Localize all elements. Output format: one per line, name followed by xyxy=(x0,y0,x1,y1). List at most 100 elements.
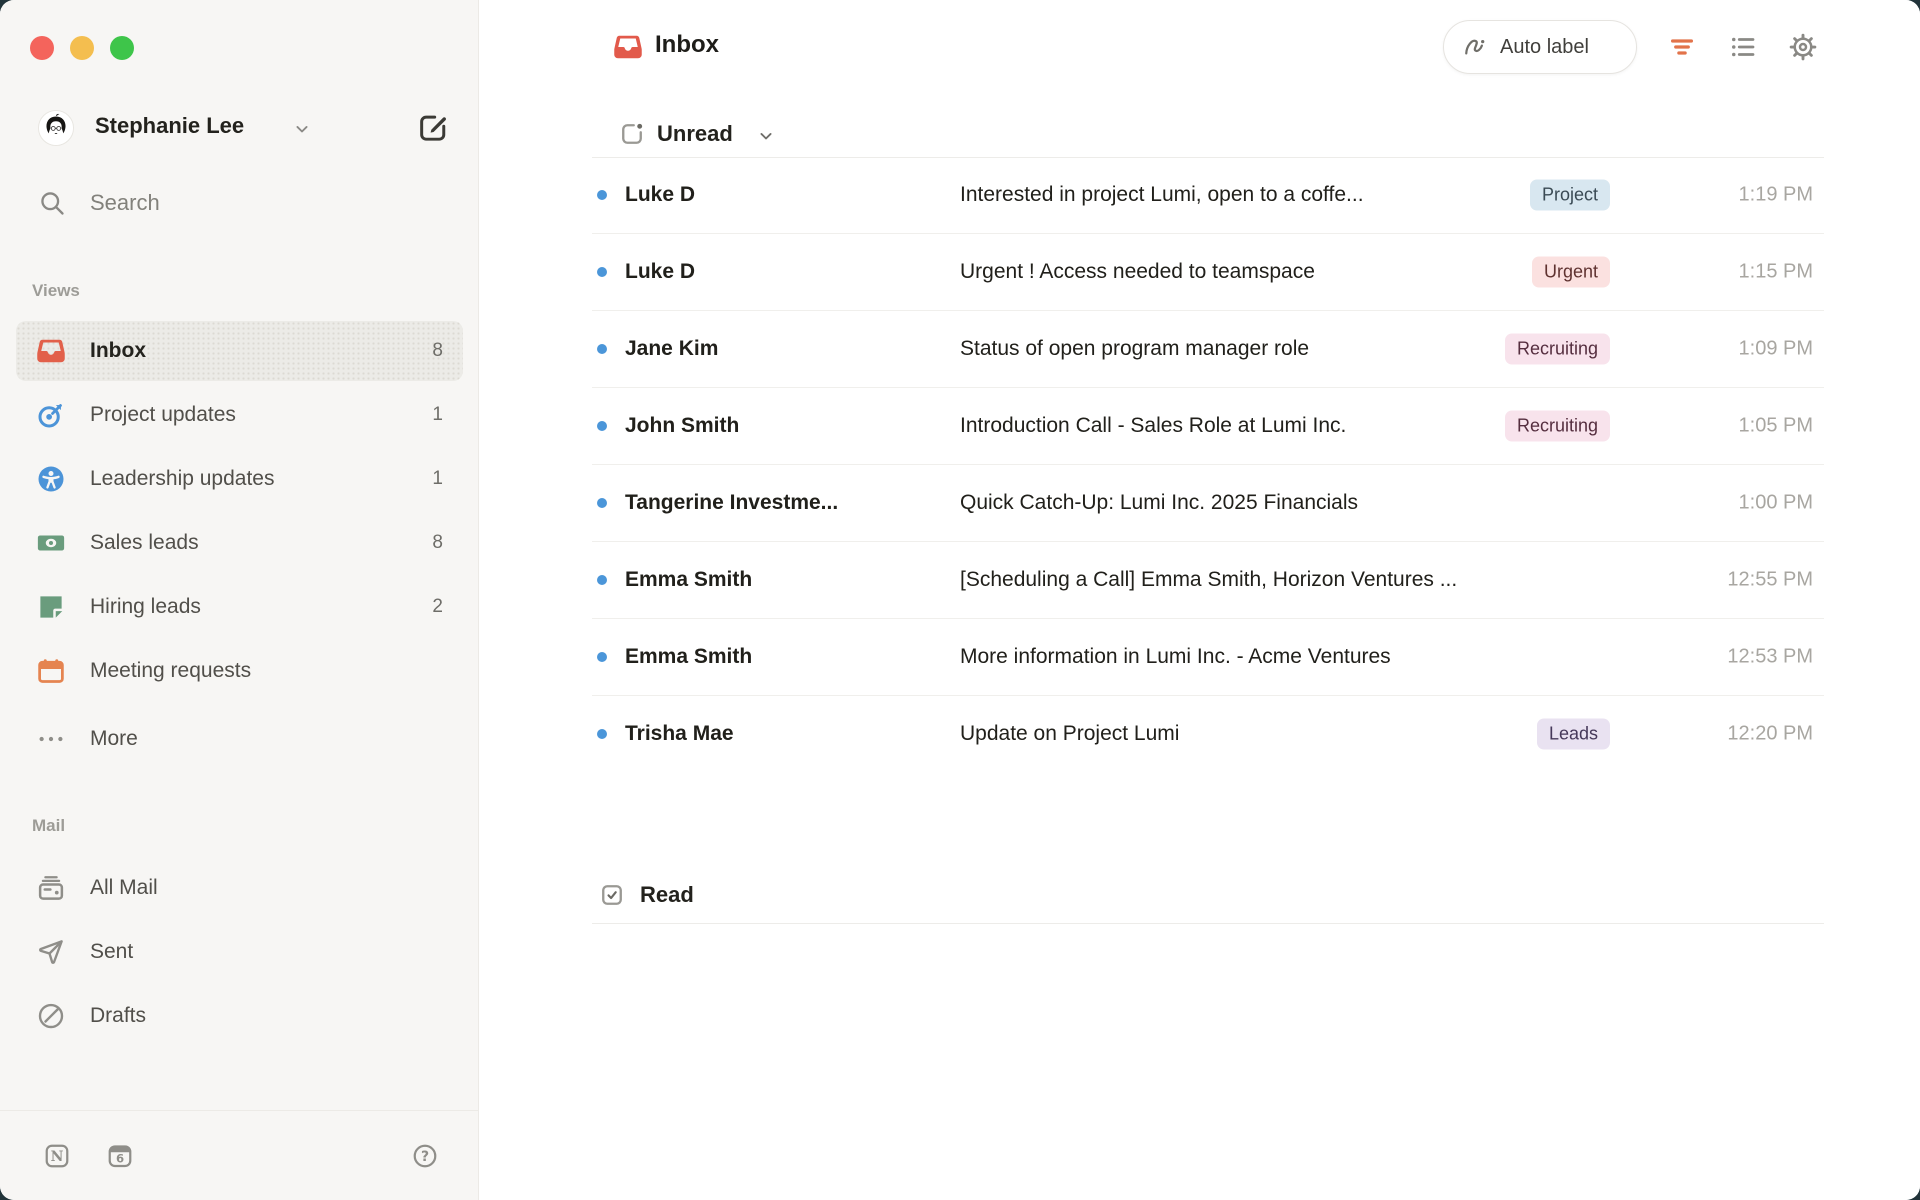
sidebar-item-count: 8 xyxy=(432,321,443,381)
email-row[interactable]: John Smith Introduction Call - Sales Role… xyxy=(592,388,1824,465)
money-icon xyxy=(36,528,66,558)
sidebar-item-drafts[interactable]: Drafts xyxy=(16,986,463,1046)
auto-label-button[interactable]: Auto label xyxy=(1443,20,1637,74)
list-view-button[interactable] xyxy=(1728,32,1758,62)
unread-section-label: Unread xyxy=(657,121,733,147)
email-row[interactable]: Trisha Mae Update on Project Lumi Leads 12:… xyxy=(592,696,1824,772)
chevron-down-icon[interactable] xyxy=(292,119,312,139)
email-time: 12:53 PM xyxy=(1727,646,1813,669)
avatar[interactable] xyxy=(38,110,74,146)
sidebar-item-project-updates[interactable]: Project updates1 xyxy=(16,385,463,445)
sidebar-item-sent[interactable]: Sent xyxy=(16,922,463,982)
email-sender: Emma Smith xyxy=(625,568,752,592)
email-sender: Luke D xyxy=(625,183,695,207)
settings-button[interactable] xyxy=(1788,32,1818,62)
sidebar-footer-divider xyxy=(0,1110,478,1111)
app-window: Stephanie Lee Search Views Inbox8Project… xyxy=(0,0,1920,1200)
email-sender: Luke D xyxy=(625,260,695,284)
chevron-down-icon[interactable] xyxy=(756,126,776,146)
email-label-badge[interactable]: Leads xyxy=(1537,719,1610,750)
email-row[interactable]: Luke D Interested in project Lumi, open t… xyxy=(592,157,1824,234)
email-sender: Tangerine Investme... xyxy=(625,491,838,515)
sidebar-item-label: Drafts xyxy=(90,986,146,1046)
email-time: 1:19 PM xyxy=(1739,184,1813,207)
email-subject: Introduction Call - Sales Role at Lumi I… xyxy=(960,414,1346,438)
search-button[interactable]: Search xyxy=(0,180,478,228)
email-subject: [Scheduling a Call] Emma Smith, Horizon … xyxy=(960,568,1457,592)
list-divider xyxy=(592,923,1824,924)
dots-icon xyxy=(36,724,66,754)
zoom-window-button[interactable] xyxy=(110,36,134,60)
email-label-badge[interactable]: Recruiting xyxy=(1505,411,1610,442)
allmail-icon xyxy=(36,873,66,903)
sidebar-item-label: Hiring leads xyxy=(90,577,201,637)
email-label-badge[interactable]: Project xyxy=(1530,180,1610,211)
unread-dot xyxy=(597,498,607,508)
sidebar-item-label: Sales leads xyxy=(90,513,199,573)
inbox-header-icon xyxy=(613,32,643,62)
account-name[interactable]: Stephanie Lee xyxy=(95,113,244,139)
calendar-app-button[interactable]: 6 xyxy=(106,1142,134,1170)
email-sender: John Smith xyxy=(625,414,739,438)
sidebar-item-count: 1 xyxy=(432,385,443,445)
search-icon xyxy=(38,189,66,217)
compose-icon xyxy=(416,110,450,144)
auto-label-text: Auto label xyxy=(1500,36,1589,59)
sidebar-item-more[interactable]: More xyxy=(16,709,463,769)
email-sender: Trisha Mae xyxy=(625,722,734,746)
sidebar-item-hiring-leads[interactable]: Hiring leads2 xyxy=(16,577,463,637)
email-label-badge[interactable]: Recruiting xyxy=(1505,334,1610,365)
help-icon: ? xyxy=(411,1142,439,1170)
close-window-button[interactable] xyxy=(30,36,54,60)
unread-dot xyxy=(597,190,607,200)
note-icon xyxy=(36,592,66,622)
window-controls xyxy=(30,36,134,60)
sidebar-item-all-mail[interactable]: All Mail xyxy=(16,858,463,918)
sidebar-item-label: Inbox xyxy=(90,321,146,381)
page-title: Inbox xyxy=(655,31,719,59)
email-sender: Emma Smith xyxy=(625,645,752,669)
email-time: 1:15 PM xyxy=(1739,261,1813,284)
read-section-label: Read xyxy=(640,882,694,908)
sidebar-item-leadership-updates[interactable]: Leadership updates1 xyxy=(16,449,463,509)
email-subject: Interested in project Lumi, open to a co… xyxy=(960,183,1364,207)
sidebar-item-count: 8 xyxy=(432,513,443,573)
sidebar-item-label: All Mail xyxy=(90,858,158,918)
unread-dot xyxy=(597,652,607,662)
unread-status-icon xyxy=(618,120,646,148)
email-sender: Jane Kim xyxy=(625,337,718,361)
search-label: Search xyxy=(90,190,160,216)
email-time: 1:09 PM xyxy=(1739,338,1813,361)
compose-button[interactable] xyxy=(416,110,450,144)
sidebar-item-sales-leads[interactable]: Sales leads 8 xyxy=(16,513,463,573)
auto-label-magic-icon xyxy=(1461,33,1489,61)
sidebar-item-count: 1 xyxy=(432,449,443,509)
email-row[interactable]: Jane KimStatus of open program manager r… xyxy=(592,311,1824,388)
notion-app-button[interactable]: N xyxy=(43,1142,71,1170)
svg-text:6: 6 xyxy=(116,1151,124,1165)
email-row[interactable]: Emma SmithMore information in Lumi Inc. … xyxy=(592,619,1824,696)
read-checkbox-icon[interactable] xyxy=(598,881,626,909)
notion-logo-icon: N xyxy=(43,1142,71,1170)
sidebar-item-meeting-requests[interactable]: Meeting requests xyxy=(16,641,463,701)
filter-icon xyxy=(1667,32,1697,62)
inbox-icon xyxy=(36,336,66,366)
email-row[interactable]: Luke D Urgent ! Access needed to teamspac… xyxy=(592,234,1824,311)
email-time: 12:20 PM xyxy=(1727,723,1813,746)
email-subject: Update on Project Lumi xyxy=(960,722,1179,746)
sidebar-item-label: Sent xyxy=(90,922,133,982)
sidebar-item-inbox[interactable]: Inbox 8 xyxy=(16,321,463,381)
email-label-badge[interactable]: Urgent xyxy=(1532,257,1610,288)
sidebar-item-label: Meeting requests xyxy=(90,641,251,701)
help-button[interactable]: ? xyxy=(411,1142,439,1170)
email-subject: Urgent ! Access needed to teamspace xyxy=(960,260,1315,284)
minimize-window-button[interactable] xyxy=(70,36,94,60)
email-row[interactable]: Emma Smith [Scheduling a Call] Emma Smith… xyxy=(592,542,1824,619)
unread-dot xyxy=(597,729,607,739)
email-subject: Quick Catch-Up: Lumi Inc. 2025 Financial… xyxy=(960,491,1358,515)
email-time: 1:00 PM xyxy=(1739,492,1813,515)
email-row[interactable]: Tangerine Investme... Quick Catch-Up: Lum… xyxy=(592,465,1824,542)
target-icon xyxy=(36,400,66,430)
filter-button[interactable] xyxy=(1667,32,1697,62)
calendar-icon xyxy=(36,656,66,686)
